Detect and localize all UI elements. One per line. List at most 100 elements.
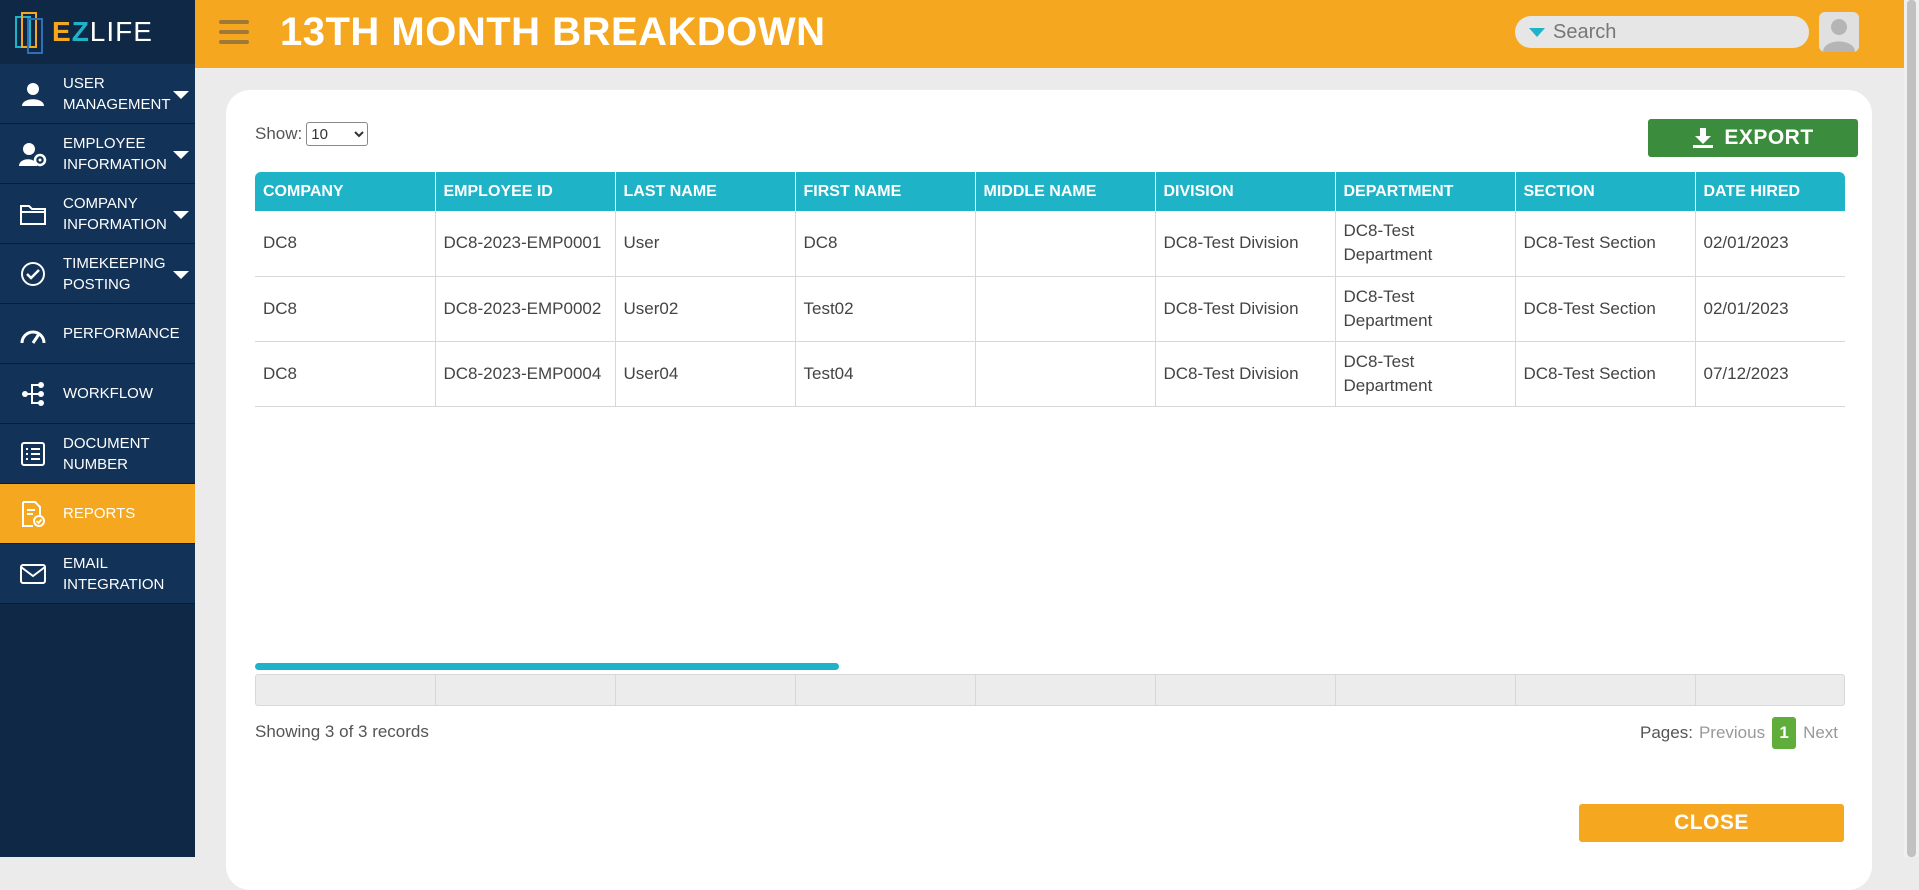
table-cell: 02/01/2023 xyxy=(1695,211,1845,277)
page-size-control: Show: 10 xyxy=(255,122,369,146)
table-cell: DC8-2023-EMP0001 xyxy=(435,211,616,277)
chevron-down-icon xyxy=(173,151,189,159)
table-cell: User04 xyxy=(615,341,796,407)
table-footer-row xyxy=(255,674,1845,706)
column-header[interactable]: FIRST NAME xyxy=(795,172,976,211)
document-list-icon xyxy=(18,439,48,469)
scrollbar-thumb[interactable] xyxy=(1907,0,1916,857)
sidebar-item-label: PERFORMANCE xyxy=(63,325,180,342)
check-circle-icon xyxy=(18,259,48,289)
sidebar-item-label: EMPLOYEE INFORMATION xyxy=(63,134,167,173)
export-button[interactable]: EXPORT xyxy=(1648,119,1858,157)
table-row[interactable]: DC8 DC8-2023-EMP0002 User02 Test02 DC8-T… xyxy=(255,276,1845,342)
next-page-link[interactable]: Next xyxy=(1803,723,1838,743)
chevron-down-icon xyxy=(173,91,189,99)
table-cell: Test04 xyxy=(795,341,976,407)
sidebar-item-document-number[interactable]: DOCUMENT NUMBER xyxy=(0,424,195,484)
table-cell: DC8-Test Section xyxy=(1515,276,1696,342)
sidebar-item-label: TIMEKEEPING POSTING xyxy=(63,254,166,293)
table-row[interactable]: DC8 DC8-2023-EMP0004 User04 Test04 DC8-T… xyxy=(255,341,1845,407)
sidebar: EZLIFE USER MANAGEMENT EMPLOYEE INFORMAT… xyxy=(0,0,195,857)
logo-mark-icon xyxy=(14,9,48,55)
pagination: Pages: Previous 1 Next xyxy=(1640,717,1838,749)
export-label: EXPORT xyxy=(1724,126,1814,149)
table-cell: Test02 xyxy=(795,276,976,342)
table-cell: DC8-2023-EMP0004 xyxy=(435,341,616,407)
vertical-scrollbar[interactable] xyxy=(1904,0,1919,857)
search-filter-dropdown-icon[interactable] xyxy=(1529,27,1545,37)
table-cell: DC8-2023-EMP0002 xyxy=(435,276,616,342)
employee-settings-icon xyxy=(18,139,48,169)
table-cell xyxy=(975,276,1156,342)
folder-icon xyxy=(18,199,48,229)
table-cell: 07/12/2023 xyxy=(1695,341,1845,407)
table-cell: DC8-Test Section xyxy=(1515,211,1696,277)
column-header[interactable]: EMPLOYEE ID xyxy=(435,172,616,211)
table-cell: User02 xyxy=(615,276,796,342)
table-cell: DC8-Test Division xyxy=(1155,211,1336,277)
table-cell: DC8-Test Section xyxy=(1515,341,1696,407)
avatar[interactable] xyxy=(1819,12,1859,52)
sidebar-item-email-integration[interactable]: EMAIL INTEGRATION xyxy=(0,544,195,604)
download-icon xyxy=(1692,127,1714,149)
table-row[interactable]: DC8 DC8-2023-EMP0001 User DC8 DC8-Test D… xyxy=(255,211,1845,277)
search-box[interactable] xyxy=(1515,16,1809,48)
mail-icon xyxy=(18,559,48,589)
chevron-down-icon xyxy=(173,271,189,279)
sidebar-item-label: EMAIL INTEGRATION xyxy=(63,554,165,593)
table-cell: User xyxy=(615,211,796,277)
table-cell: DC8-Test Department xyxy=(1335,341,1516,407)
sidebar-item-label: USER MANAGEMENT xyxy=(63,74,171,113)
page-title: 13TH MONTH BREAKDOWN xyxy=(280,10,826,54)
column-header[interactable]: DATE HIRED xyxy=(1695,172,1845,211)
table-cell: 02/01/2023 xyxy=(1695,276,1845,342)
column-header[interactable]: LAST NAME xyxy=(615,172,796,211)
table-cell: DC8 xyxy=(255,276,436,342)
table-cell: DC8 xyxy=(255,211,436,277)
column-header[interactable]: SECTION xyxy=(1515,172,1696,211)
workflow-icon xyxy=(18,379,48,409)
sidebar-item-label: COMPANY INFORMATION xyxy=(63,194,167,233)
sidebar-item-label: DOCUMENT NUMBER xyxy=(63,434,150,473)
page-number-current[interactable]: 1 xyxy=(1772,717,1797,749)
page-size-select[interactable]: 10 xyxy=(306,122,369,146)
column-header[interactable]: DEPARTMENT xyxy=(1335,172,1516,211)
gauge-icon xyxy=(18,319,48,349)
previous-page-link[interactable]: Previous xyxy=(1699,723,1765,743)
table-cell: DC8-Test Division xyxy=(1155,276,1336,342)
sidebar-item-reports[interactable]: REPORTS xyxy=(0,484,195,544)
column-header[interactable]: MIDDLE NAME xyxy=(975,172,1156,211)
sidebar-item-timekeeping-posting[interactable]: TIMEKEEPING POSTING xyxy=(0,244,195,304)
close-button[interactable]: CLOSE xyxy=(1579,804,1844,842)
table-cell: DC8-Test Department xyxy=(1335,276,1516,342)
sidebar-item-user-management[interactable]: USER MANAGEMENT xyxy=(0,64,195,124)
top-header: 13TH MONTH BREAKDOWN xyxy=(195,0,1904,68)
table-cell: DC8-Test Division xyxy=(1155,341,1336,407)
sidebar-item-employee-information[interactable]: EMPLOYEE INFORMATION xyxy=(0,124,195,184)
table-header-row: COMPANY EMPLOYEE ID LAST NAME FIRST NAME… xyxy=(255,172,1845,211)
user-icon xyxy=(18,79,48,109)
table-cell: DC8 xyxy=(255,341,436,407)
menu-icon[interactable] xyxy=(219,20,249,48)
search-input[interactable] xyxy=(1553,20,1783,44)
app-logo[interactable]: EZLIFE xyxy=(0,0,195,64)
report-icon xyxy=(18,499,48,529)
sidebar-item-company-information[interactable]: COMPANY INFORMATION xyxy=(0,184,195,244)
sidebar-item-workflow[interactable]: WORKFLOW xyxy=(0,364,195,424)
sidebar-item-label: REPORTS xyxy=(63,505,136,522)
records-summary: Showing 3 of 3 records xyxy=(255,722,429,741)
pages-label: Pages: xyxy=(1640,723,1693,742)
table-cell: DC8 xyxy=(795,211,976,277)
column-header[interactable]: COMPANY xyxy=(255,172,436,211)
sidebar-item-performance[interactable]: PERFORMANCE xyxy=(0,304,195,364)
table-cell xyxy=(975,211,1156,277)
report-table: COMPANY EMPLOYEE ID LAST NAME FIRST NAME… xyxy=(255,172,1845,407)
horizontal-scrollbar[interactable] xyxy=(255,663,839,670)
table-cell: DC8-Test Department xyxy=(1335,211,1516,277)
report-card: Show: 10 EXPORT COMPANY EMPLOYEE ID LAST… xyxy=(226,90,1872,890)
show-label: Show: xyxy=(255,124,303,143)
table-cell xyxy=(975,341,1156,407)
column-header[interactable]: DIVISION xyxy=(1155,172,1336,211)
sidebar-item-label: WORKFLOW xyxy=(63,385,153,402)
chevron-down-icon xyxy=(173,211,189,219)
